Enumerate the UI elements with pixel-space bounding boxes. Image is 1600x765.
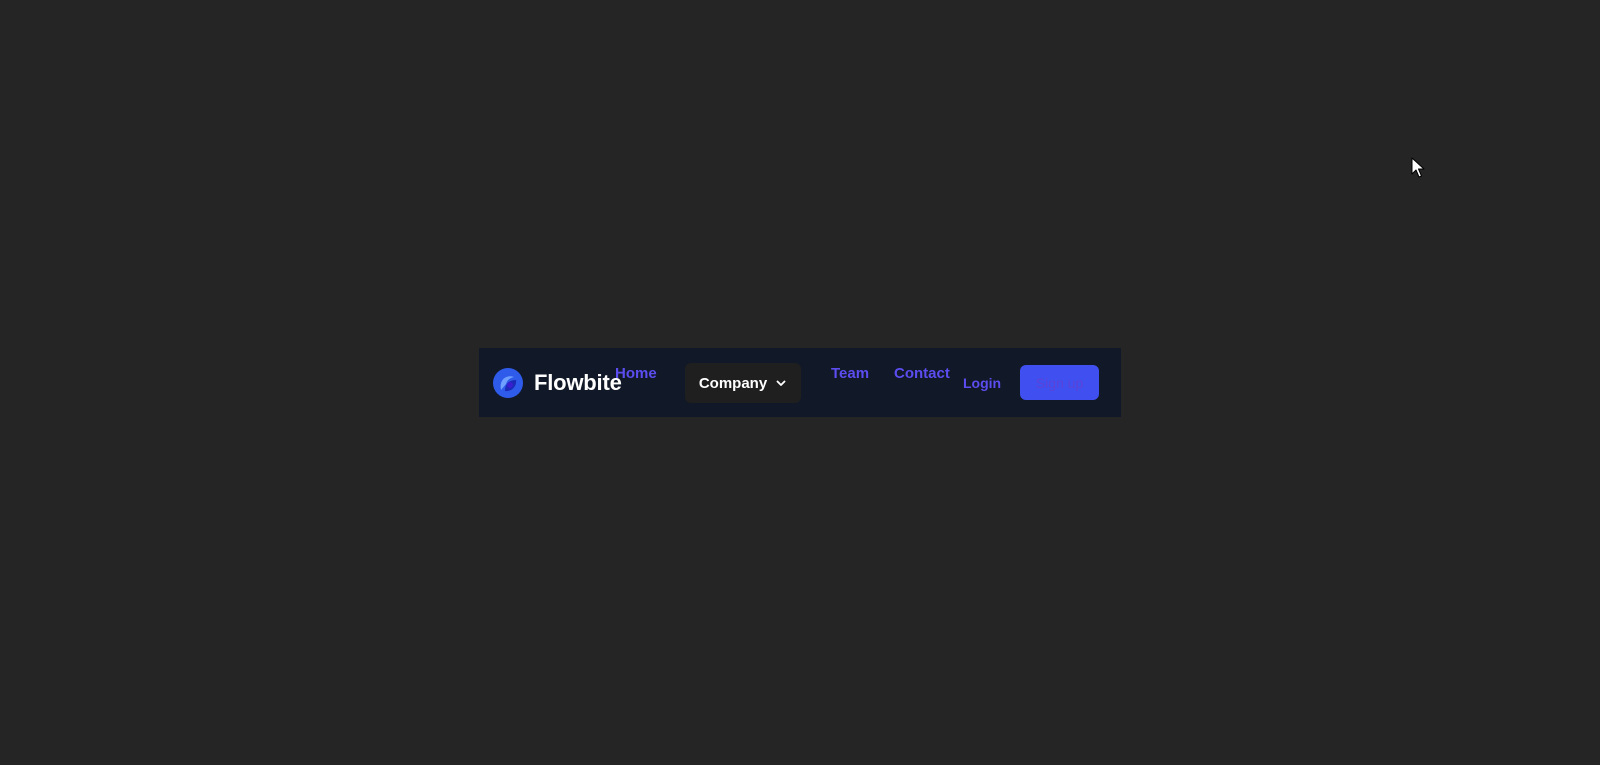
mouse-pointer-icon	[1411, 157, 1425, 178]
company-dropdown-label: Company	[698, 374, 768, 392]
login-link[interactable]: Login	[963, 375, 1001, 391]
sign-up-label: Sign up	[1035, 374, 1084, 391]
page: Flowbite Home Company Team Contact Login…	[0, 0, 1600, 765]
nav-link-team[interactable]: Team	[831, 365, 869, 382]
flowbite-logo-icon	[493, 368, 523, 398]
nav-link-home[interactable]: Home	[615, 365, 657, 382]
brand[interactable]: Flowbite	[493, 368, 622, 398]
nav-link-contact[interactable]: Contact	[894, 365, 950, 382]
company-dropdown-button[interactable]: Company	[685, 363, 801, 403]
chevron-down-icon	[776, 380, 786, 386]
sign-up-button[interactable]: Sign up	[1020, 365, 1099, 400]
navbar: Flowbite Home Company Team Contact Login…	[479, 348, 1121, 417]
brand-name: Flowbite	[534, 370, 622, 395]
